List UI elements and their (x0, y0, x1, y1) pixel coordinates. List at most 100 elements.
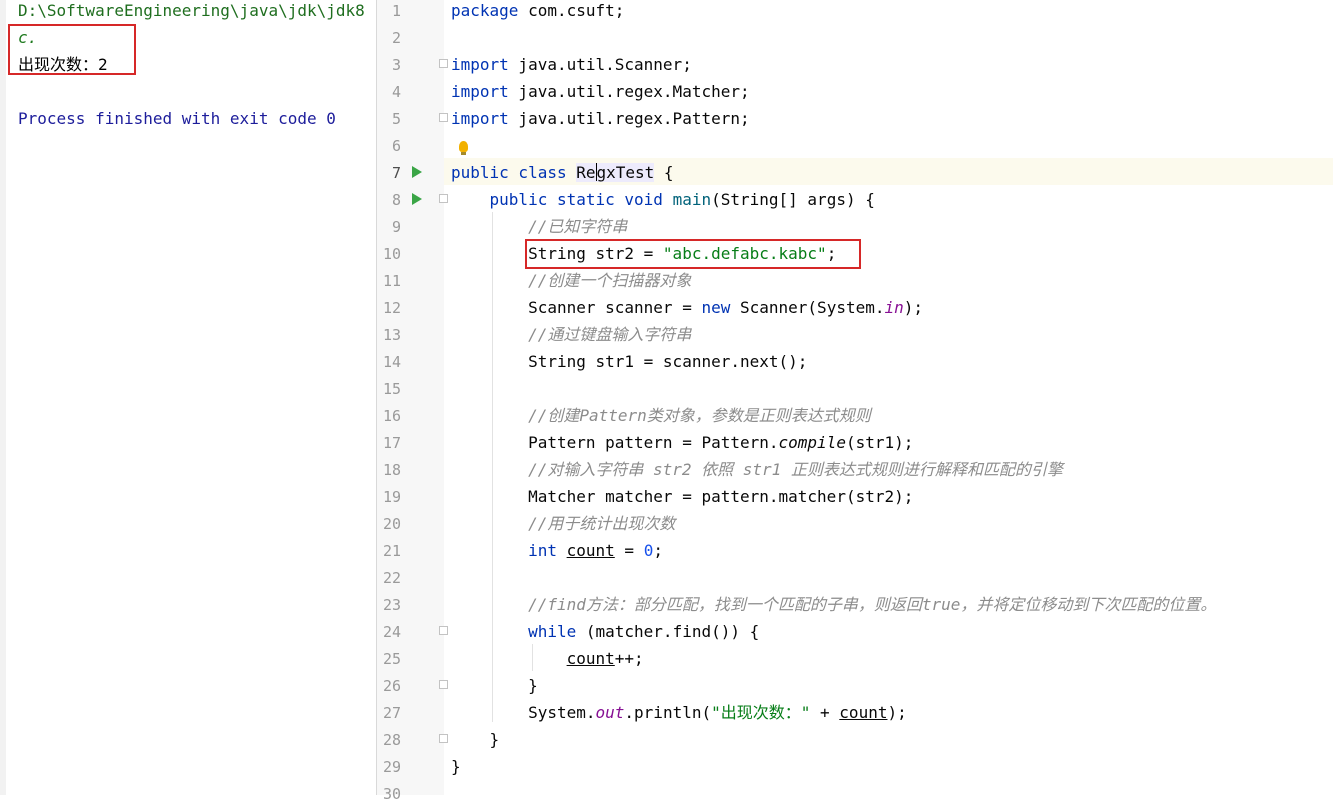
code-text: ); (903, 298, 924, 317)
run-console-panel[interactable]: D:\SoftwareEngineering\java\jdk\jdk8 c. … (0, 0, 377, 795)
line-number: 2 (391, 29, 401, 47)
code-text: ++; (614, 649, 644, 668)
line-number: 18 (382, 461, 401, 479)
code-line-11: //创建一个扫描器对象 (451, 271, 692, 290)
code-text: Scanner scanner = (451, 298, 702, 317)
run-class-icon[interactable] (412, 166, 422, 178)
keyword: import (451, 109, 509, 128)
line-number: 28 (382, 731, 401, 749)
code-text: java.util.regex.Matcher; (508, 82, 750, 101)
code-line-18: //对输入字符串 str2 依照 str1 正则表达式规则进行解释和匹配的引擎 (451, 460, 1063, 479)
code-line-25: count++; (451, 648, 644, 675)
line-number: 14 (382, 353, 401, 371)
line-number: 27 (382, 704, 401, 722)
code-line-23: //find方法：部分匹配，找到一个匹配的子串，则返回true，并将定位移动到下… (451, 595, 1217, 614)
code-line-3: import java.util.Scanner; (451, 54, 692, 81)
code-text: java.util.regex.Pattern; (508, 109, 750, 128)
keyword: public class (451, 163, 577, 182)
line-number: 13 (382, 326, 401, 344)
static-field: out (595, 703, 625, 722)
code-text: (str1); (845, 433, 914, 452)
code-text: + (810, 703, 840, 722)
line-number: 7 (391, 164, 401, 182)
editor-gutter[interactable]: 1 2 3 4 5 6 7 8 9 10 11 12 13 14 15 16 1… (377, 0, 444, 803)
keyword: new (701, 298, 731, 317)
code-text: = (614, 541, 644, 560)
code-text: java.util.Scanner; (508, 55, 692, 74)
code-text: ); (887, 703, 907, 722)
line-number: 20 (382, 515, 401, 533)
line-number: 29 (382, 758, 401, 776)
line-number: 30 (382, 785, 401, 803)
line-number: 3 (391, 56, 401, 74)
method-name: main (672, 190, 712, 209)
code-line-27: System.out.println("出现次数：" + count); (451, 702, 907, 729)
line-number: 12 (382, 299, 401, 317)
code-line-17: Pattern pattern = Pattern.compile(str1); (451, 432, 913, 459)
console-command-path: D:\SoftwareEngineering\java\jdk\jdk8 (18, 1, 365, 20)
code-text: Pattern pattern = Pattern. (451, 433, 779, 452)
line-number: 6 (391, 137, 401, 155)
code-text: System. (451, 703, 596, 722)
keyword: int (528, 541, 557, 560)
static-method: compile (778, 433, 846, 452)
line-number: 21 (382, 542, 401, 560)
class-name-part: gxTest (596, 163, 655, 182)
line-number: 23 (382, 596, 401, 614)
code-line-7: public class RegxTest { (451, 162, 674, 189)
line-number: 17 (382, 434, 401, 452)
line-number: 15 (382, 380, 401, 398)
keyword: import (451, 82, 509, 101)
code-line-1: package com.csuft; (451, 0, 624, 27)
code-line-20: //用于统计出现次数 (451, 514, 676, 533)
code-line-5: import java.util.regex.Pattern; (451, 108, 750, 135)
code-text: (String[] args) { (711, 190, 875, 209)
class-name-part: Re (576, 163, 596, 182)
line-number: 9 (391, 218, 401, 236)
console-gutter (0, 0, 6, 795)
code-text: Scanner(System. (730, 298, 885, 317)
code-line-21: int count = 0; (451, 540, 663, 567)
string-literal: "出现次数：" (711, 703, 811, 722)
keyword: while (528, 622, 577, 641)
number-literal: 0 (643, 541, 654, 560)
code-line-19: Matcher matcher = pattern.matcher(str2); (451, 487, 914, 506)
line-number: 10 (382, 245, 401, 263)
code-text: ; (653, 541, 663, 560)
code-text: .println( (624, 703, 712, 722)
code-line-26: } (451, 676, 538, 695)
line-number: 26 (382, 677, 401, 695)
line-number: 11 (382, 272, 401, 290)
run-main-icon[interactable] (412, 193, 422, 205)
code-line-8: public static void main(String[] args) { (451, 189, 875, 216)
line-number: 22 (382, 569, 401, 587)
code-line-12: Scanner scanner = new Scanner(System.in)… (451, 297, 923, 324)
code-editor[interactable]: package com.csuft; import java.util.Scan… (444, 0, 1333, 795)
console-process-exit-message: Process finished with exit code 0 (18, 109, 336, 128)
line-number: 8 (391, 191, 401, 209)
static-field: in (884, 298, 904, 317)
line-number: 5 (391, 110, 401, 128)
code-text: (matcher.find()) { (576, 622, 760, 641)
code-highlight-box (525, 239, 861, 269)
code-line-24: while (matcher.find()) { (451, 621, 759, 648)
keyword: package (451, 1, 519, 20)
variable: count (566, 649, 615, 668)
code-line-14: String str1 = scanner.next(); (451, 352, 808, 371)
variable: count (566, 541, 615, 560)
code-text: com.csuft; (518, 1, 625, 20)
line-number: 19 (382, 488, 401, 506)
code-line-28: } (451, 730, 500, 749)
keyword: public static void (489, 190, 673, 209)
console-highlight-box (8, 24, 136, 75)
variable: count (839, 703, 888, 722)
line-number: 16 (382, 407, 401, 425)
line-number: 1 (391, 2, 401, 20)
keyword: import (451, 55, 509, 74)
code-text: { (654, 163, 674, 182)
line-number: 24 (382, 623, 401, 641)
